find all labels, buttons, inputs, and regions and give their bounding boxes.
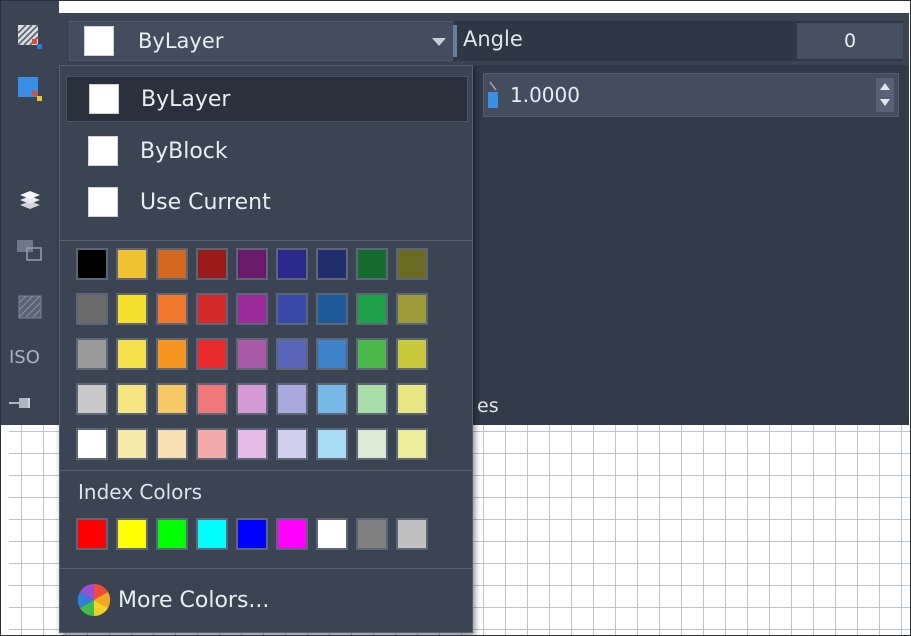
color-swatch[interactable] (116, 383, 148, 415)
color-swatch[interactable] (196, 383, 228, 415)
chevron-down-icon[interactable] (432, 38, 446, 46)
color-swatch[interactable] (396, 338, 428, 370)
color-swatch[interactable] (356, 383, 388, 415)
color-wheel-icon (77, 583, 111, 617)
color-swatch[interactable] (276, 293, 308, 325)
index-color-swatch[interactable] (276, 518, 308, 550)
index-color-swatch[interactable] (316, 518, 348, 550)
left-tool-strip: ISO (1, 1, 59, 425)
color-swatch[interactable] (156, 338, 188, 370)
background-color-icon[interactable] (15, 75, 45, 103)
hatch-pattern-icon[interactable] (15, 23, 45, 51)
color-swatch[interactable] (156, 248, 188, 280)
index-colors-label: Index Colors (78, 480, 203, 504)
index-color-swatch[interactable] (76, 518, 108, 550)
option-byblock[interactable]: ByBlock (66, 128, 468, 174)
iso-label: ISO (9, 347, 40, 368)
angle-label: Angle (463, 27, 523, 51)
color-swatch[interactable] (116, 338, 148, 370)
color-swatch[interactable] (156, 428, 188, 460)
color-swatch[interactable] (196, 428, 228, 460)
more-colors-button[interactable]: More Colors... (76, 582, 269, 618)
spin-down-icon[interactable] (880, 99, 890, 106)
index-color-swatch[interactable] (236, 518, 268, 550)
color-swatch[interactable] (316, 338, 348, 370)
selected-color-label: ByLayer (138, 29, 224, 53)
color-swatch[interactable] (116, 293, 148, 325)
hatch-color-dropdown[interactable]: ByLayer (69, 21, 459, 61)
more-colors-label: More Colors... (118, 587, 270, 613)
index-color-swatch[interactable] (196, 518, 228, 550)
color-swatch[interactable] (276, 428, 308, 460)
index-color-swatch[interactable] (356, 518, 388, 550)
option-use-current[interactable]: Use Current (66, 179, 468, 225)
color-swatch[interactable] (396, 248, 428, 280)
layers-icon[interactable] (15, 187, 45, 215)
hatch-properties-bar: ByLayer Angle 0 (59, 13, 909, 65)
color-dropdown-menu: ByLayer ByBlock Use Current Index Colors (59, 65, 473, 633)
index-color-swatch[interactable] (396, 518, 428, 550)
option-label: ByBlock (140, 138, 228, 164)
index-color-swatch[interactable] (156, 518, 188, 550)
divider (60, 470, 472, 471)
color-swatch[interactable] (76, 338, 108, 370)
scale-icon (488, 81, 498, 108)
spin-up-icon[interactable] (880, 83, 890, 90)
color-swatch[interactable] (236, 293, 268, 325)
hatch-gradient-icon[interactable] (15, 293, 45, 321)
divider (60, 240, 472, 241)
color-swatch[interactable] (276, 248, 308, 280)
color-swatch[interactable] (76, 248, 108, 280)
scale-value: 1.0000 (510, 83, 580, 107)
color-swatch[interactable] (396, 293, 428, 325)
color-swatch[interactable] (316, 293, 348, 325)
color-swatch[interactable] (76, 383, 108, 415)
color-swatch[interactable] (236, 428, 268, 460)
color-swatch[interactable] (196, 248, 228, 280)
bylayer-swatch (89, 84, 119, 114)
color-swatch[interactable] (156, 383, 188, 415)
divider (60, 568, 472, 569)
color-swatch[interactable] (196, 338, 228, 370)
color-swatch[interactable] (396, 383, 428, 415)
color-swatch[interactable] (396, 428, 428, 460)
color-swatch[interactable] (316, 383, 348, 415)
color-swatch[interactable] (316, 248, 348, 280)
color-swatch[interactable] (276, 383, 308, 415)
color-swatch[interactable] (196, 293, 228, 325)
pin-icon[interactable] (7, 389, 37, 417)
selected-color-swatch (84, 26, 114, 56)
color-swatch[interactable] (116, 428, 148, 460)
color-swatch[interactable] (316, 428, 348, 460)
color-swatch[interactable] (356, 428, 388, 460)
color-swatch[interactable] (156, 293, 188, 325)
panel-title-fragment: es (477, 395, 499, 417)
color-swatch[interactable] (356, 338, 388, 370)
color-swatch[interactable] (236, 383, 268, 415)
color-swatch[interactable] (276, 338, 308, 370)
slider-marker[interactable] (453, 25, 457, 57)
scale-field[interactable]: 1.0000 (483, 73, 899, 117)
scale-spinner[interactable] (876, 78, 894, 112)
properties-panel: 1.0000 (471, 65, 909, 425)
color-swatch[interactable] (116, 248, 148, 280)
color-swatch[interactable] (236, 338, 268, 370)
byblock-swatch (88, 136, 118, 166)
color-swatch[interactable] (356, 248, 388, 280)
color-swatch[interactable] (356, 293, 388, 325)
use-current-swatch (88, 187, 118, 217)
autocad-window: ISO ByLayer Angle 0 1.0000 es ByLayer By… (0, 0, 911, 636)
option-label: Use Current (140, 189, 271, 215)
angle-field: Angle 0 (453, 21, 903, 61)
angle-input[interactable]: 0 (797, 23, 903, 59)
color-swatch[interactable] (76, 428, 108, 460)
transparency-icon[interactable] (15, 237, 45, 265)
option-label: ByLayer (141, 86, 231, 112)
color-swatch[interactable] (236, 248, 268, 280)
color-swatch[interactable] (76, 293, 108, 325)
option-bylayer[interactable]: ByLayer (66, 76, 468, 122)
index-color-swatch[interactable] (116, 518, 148, 550)
